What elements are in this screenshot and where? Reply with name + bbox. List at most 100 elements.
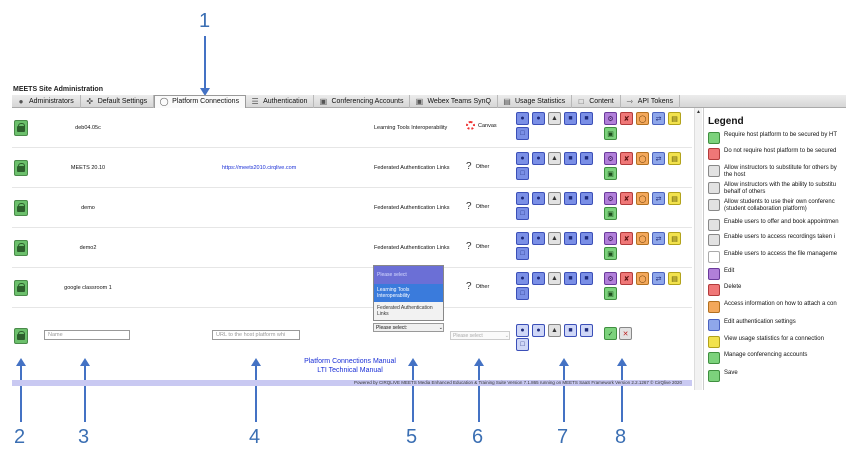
lock-icon[interactable] [14, 160, 28, 176]
delete-button[interactable]: ✘ [620, 272, 633, 285]
recording-icon[interactable]: ■ [580, 112, 593, 125]
usage-stats-button[interactable]: ▤ [668, 232, 681, 245]
question-icon: ? [466, 241, 472, 252]
student-icon[interactable]: ▲ [548, 324, 561, 337]
substitute-icon[interactable]: ● [516, 272, 529, 285]
appointment-icon[interactable]: ■ [564, 112, 577, 125]
name-input[interactable]: Name [44, 330, 130, 340]
appointment-icon[interactable]: ■ [564, 192, 577, 205]
lock-icon[interactable] [14, 328, 28, 344]
student-icon[interactable]: ▲ [548, 272, 561, 285]
auth-settings-button[interactable]: ⇄ [652, 192, 665, 205]
delete-button[interactable]: ✘ [620, 112, 633, 125]
auth-settings-icon: ⇄ [655, 235, 662, 243]
substitute-icon[interactable]: ● [516, 152, 529, 165]
save-button[interactable]: ✓ [604, 327, 617, 340]
student-icon[interactable]: ▲ [548, 232, 561, 245]
auth-type-select[interactable]: Please select: ⌄ [373, 323, 444, 332]
file-icon[interactable]: □ [516, 167, 529, 180]
appointment-icon[interactable]: ■ [564, 232, 577, 245]
tab-content[interactable]: □ Content [572, 94, 621, 108]
host-platform-select[interactable]: Please select ⌄ [450, 331, 510, 340]
student-icon[interactable]: ▲ [548, 152, 561, 165]
scroll-up-icon[interactable]: ▲ [695, 108, 702, 116]
delete-button[interactable]: ✘ [620, 192, 633, 205]
edit-button[interactable]: ⚙ [604, 112, 617, 125]
substitute-others-icon[interactable]: ● [532, 112, 545, 125]
tab-api-tokens[interactable]: ⇾ API Tokens [621, 94, 680, 108]
manage-accounts-button[interactable]: ▣ [604, 127, 617, 140]
student-icon[interactable]: ▲ [548, 112, 561, 125]
recording-icon[interactable]: ■ [580, 192, 593, 205]
substitute-others-icon[interactable]: ● [532, 192, 545, 205]
manage-accounts-button[interactable]: ▣ [604, 247, 617, 260]
auth-select-value: Please select: [376, 324, 408, 331]
host-platform-label: Other [475, 283, 490, 290]
substitute-others-icon[interactable]: ● [532, 232, 545, 245]
substitute-icon[interactable]: ● [516, 112, 529, 125]
usage-stats-button[interactable]: ▤ [668, 152, 681, 165]
substitute-icon[interactable]: ● [516, 232, 529, 245]
appointment-icon[interactable]: ■ [564, 324, 577, 337]
substitute-icon[interactable]: ● [516, 324, 529, 337]
usage-stats-button[interactable]: ▤ [668, 192, 681, 205]
dropdown-option-lti[interactable]: Learning Tools Interoperability [374, 284, 443, 302]
tab-default-settings[interactable]: ✜ Default Settings [81, 94, 155, 108]
delete-button[interactable]: ✘ [620, 232, 633, 245]
substitute-icon[interactable]: ● [516, 192, 529, 205]
recording-icon[interactable]: ■ [580, 232, 593, 245]
file-icon[interactable]: □ [516, 338, 529, 351]
tab-platform-connections[interactable]: ◯ Platform Connections [154, 94, 247, 108]
connection-url[interactable]: https://meets2010.cirqlive.com [222, 165, 296, 171]
lock-icon[interactable] [14, 120, 28, 136]
recording-icon[interactable]: ■ [580, 152, 593, 165]
manage-accounts-button[interactable]: ▣ [604, 167, 617, 180]
lock-icon[interactable] [14, 280, 28, 296]
link-icon: ◯ [159, 97, 169, 106]
substitute-others-icon[interactable]: ● [532, 324, 545, 337]
file-icon[interactable]: □ [516, 287, 529, 300]
file-icon[interactable]: □ [516, 127, 529, 140]
substitute-others-icon[interactable]: ● [532, 272, 545, 285]
tab-usage-statistics[interactable]: ▤ Usage Statistics [498, 94, 573, 108]
attach-info-button[interactable]: ◯ [636, 192, 649, 205]
manage-accounts-button[interactable]: ▣ [604, 287, 617, 300]
edit-button[interactable]: ⚙ [604, 192, 617, 205]
edit-button[interactable]: ⚙ [604, 152, 617, 165]
edit-button[interactable]: ⚙ [604, 232, 617, 245]
dropdown-option-please-select[interactable]: Please select [374, 266, 443, 284]
auth-settings-button[interactable]: ⇄ [652, 112, 665, 125]
recording-icon[interactable]: ■ [580, 324, 593, 337]
substitute-others-icon[interactable]: ● [532, 152, 545, 165]
auth-settings-button[interactable]: ⇄ [652, 152, 665, 165]
student-icon[interactable]: ▲ [548, 192, 561, 205]
url-input[interactable]: URL to the host platform whi [212, 330, 300, 340]
lti-technical-manual-link[interactable]: LTI Technical Manual [270, 366, 430, 375]
tab-administrators[interactable]: ● Administrators [12, 94, 81, 108]
tab-conferencing-accounts[interactable]: ▣ Conferencing Accounts [314, 94, 411, 108]
attach-info-button[interactable]: ◯ [636, 232, 649, 245]
cancel-button[interactable]: ✕ [619, 327, 632, 340]
attach-info-button[interactable]: ◯ [636, 112, 649, 125]
delete-button[interactable]: ✘ [620, 152, 633, 165]
dropdown-option-federated[interactable]: Federated Authentication Links [374, 302, 443, 320]
manage-accounts-button[interactable]: ▣ [604, 207, 617, 220]
recording-icon[interactable]: ■ [580, 272, 593, 285]
tab-webex-teams-synq[interactable]: ▣ Webex Teams SynQ [410, 94, 498, 108]
lock-icon[interactable] [14, 240, 28, 256]
usage-stats-button[interactable]: ▤ [668, 112, 681, 125]
appointment-icon[interactable]: ■ [564, 152, 577, 165]
scrollbar[interactable]: ▲ [694, 108, 702, 390]
platform-connections-manual-link[interactable]: Platform Connections Manual [270, 357, 430, 366]
usage-stats-button[interactable]: ▤ [668, 272, 681, 285]
auth-settings-button[interactable]: ⇄ [652, 232, 665, 245]
lock-icon[interactable] [14, 200, 28, 216]
file-icon[interactable]: □ [516, 207, 529, 220]
attach-info-button[interactable]: ◯ [636, 272, 649, 285]
tab-authentication[interactable]: ☰ Authentication [246, 94, 315, 108]
attach-info-button[interactable]: ◯ [636, 152, 649, 165]
appointment-icon[interactable]: ■ [564, 272, 577, 285]
file-icon[interactable]: □ [516, 247, 529, 260]
auth-settings-button[interactable]: ⇄ [652, 272, 665, 285]
edit-button[interactable]: ⚙ [604, 272, 617, 285]
